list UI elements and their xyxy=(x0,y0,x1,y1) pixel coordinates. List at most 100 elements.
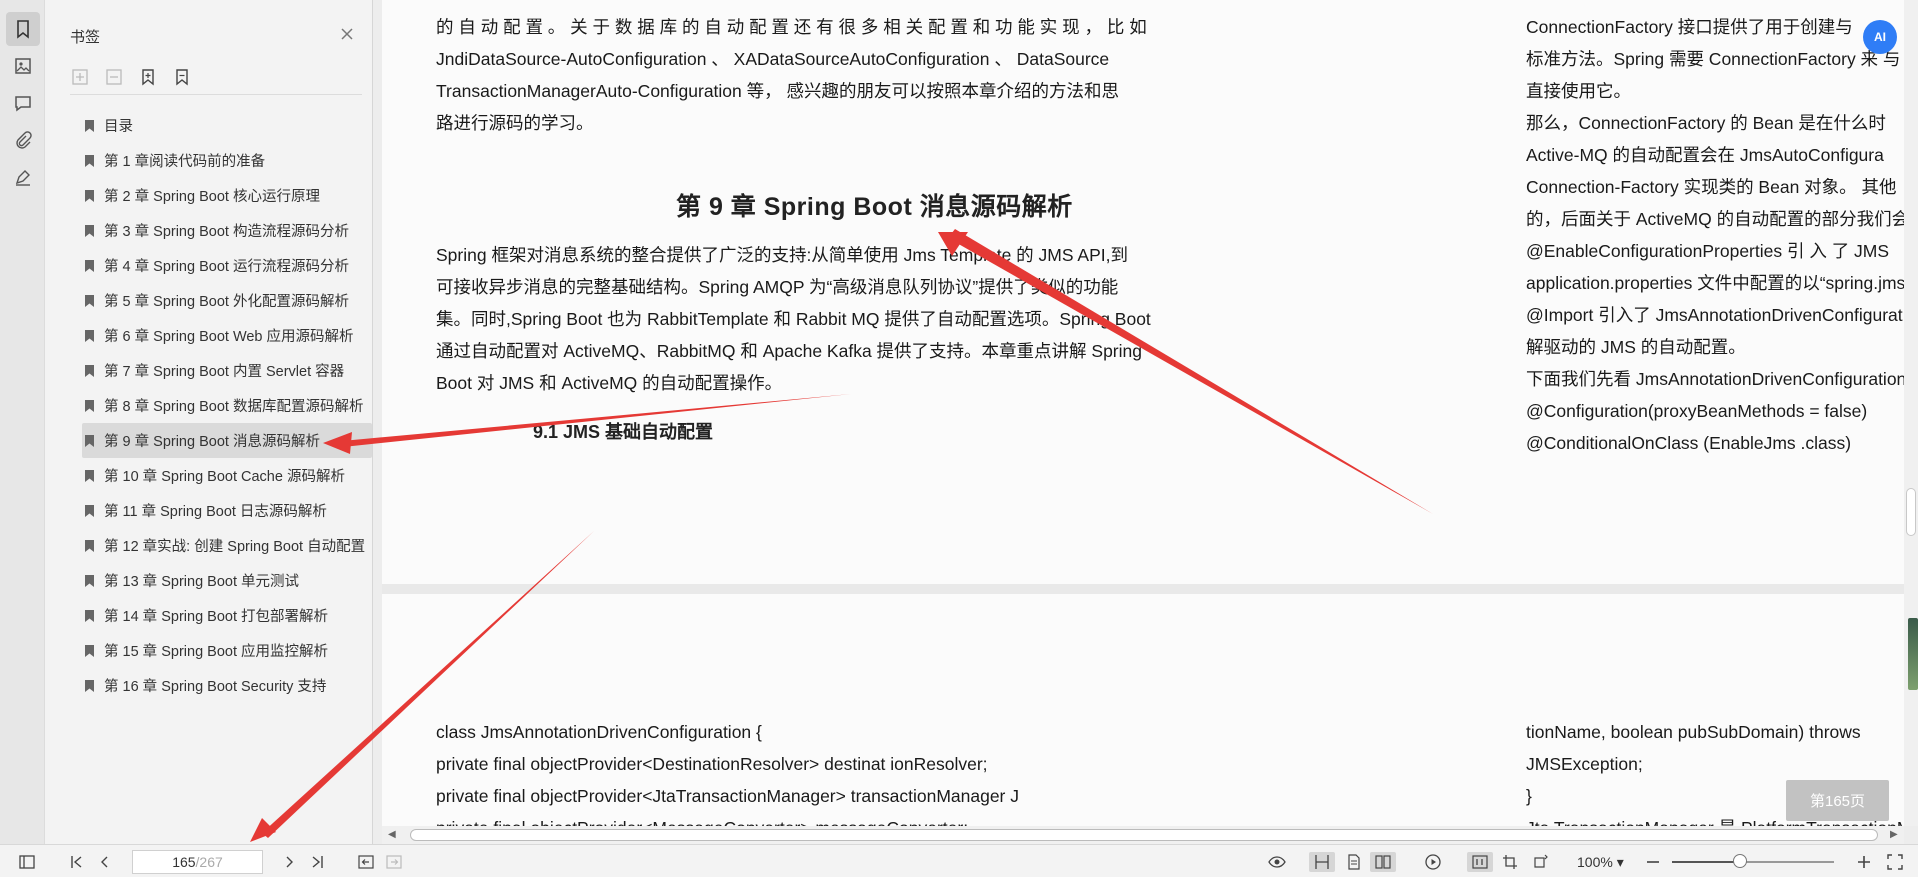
text-line: tionName, boolean pubSubDomain) throws xyxy=(1526,722,1861,742)
text-line: JMSException; xyxy=(1526,754,1643,774)
left-tool-rail xyxy=(0,0,45,844)
text-line: @Configuration(proxyBeanMethods = false) xyxy=(1526,401,1868,421)
bookmark-item[interactable]: 第 11 章 Spring Boot 日志源码解析 xyxy=(82,493,372,528)
bookmark-item[interactable]: 第 10 章 Spring Boot Cache 源码解析 xyxy=(82,458,372,493)
add-bookmark-icon[interactable] xyxy=(138,66,158,88)
bookmark-label: 目录 xyxy=(104,119,133,135)
bookmark-item[interactable]: 第 2 章 Spring Boot 核心运行原理 xyxy=(82,178,372,213)
page-number-input[interactable]: 165/267 xyxy=(132,850,263,874)
fit-page-icon[interactable] xyxy=(1309,852,1335,872)
bookmark-icon xyxy=(85,259,94,272)
bookmark-item[interactable]: 目录 xyxy=(82,108,372,143)
bookmark-label: 第 9 章 Spring Boot 消息源码解析 xyxy=(104,434,320,450)
bookmark-item[interactable]: 第 1 章阅读代码前的准备 xyxy=(82,143,372,178)
text-line: 的 自 动 配 置 。 关 于 数 据 库 的 自 动 配 置 还 有 很 多 … xyxy=(436,17,1147,37)
bookmark-list: 目录第 1 章阅读代码前的准备第 2 章 Spring Boot 核心运行原理第… xyxy=(82,108,372,703)
bookmark-item[interactable]: 第 15 章 Spring Boot 应用监控解析 xyxy=(82,633,372,668)
document-view[interactable]: 的 自 动 配 置 。 关 于 数 据 库 的 自 动 配 置 还 有 很 多 … xyxy=(382,0,1904,826)
bookmark-item[interactable]: 第 13 章 Spring Boot 单元测试 xyxy=(82,563,372,598)
previous-page-icon[interactable] xyxy=(94,852,116,872)
zoom-in-icon[interactable] xyxy=(1855,852,1873,872)
zoom-slider-fill xyxy=(1672,861,1741,863)
bookmark-label: 第 6 章 Spring Boot Web 应用源码解析 xyxy=(104,329,354,345)
text-line: 标准方法。Spring 需要 ConnectionFactory 来 与 xyxy=(1526,49,1901,69)
bookmark-panel: 书签 目录第 1 章阅读代码前的准备第 2 章 Spring Boot 核心运行… xyxy=(45,0,373,844)
bookmark-icon xyxy=(85,119,94,132)
bookmark-item[interactable]: 第 9 章 Spring Boot 消息源码解析 xyxy=(82,423,372,458)
text-line: class JmsAnnotationDrivenConfiguration { xyxy=(436,722,762,742)
bookmark-icon xyxy=(85,609,94,622)
actual-size-icon[interactable] xyxy=(1467,852,1493,872)
remove-bookmark-icon[interactable] xyxy=(172,66,192,88)
status-bar: 165/267 100% ▾ xyxy=(0,844,1918,877)
vertical-scroll-thumb[interactable] xyxy=(1906,488,1916,536)
bookmark-item[interactable]: 第 6 章 Spring Boot Web 应用源码解析 xyxy=(82,318,372,353)
text-line: 通过自动配置对 ActiveMQ、RabbitMQ 和 Apache Kafka… xyxy=(436,341,1142,361)
single-page-icon[interactable] xyxy=(1341,852,1367,872)
bookmark-label: 第 12 章实战: 创建 Spring Boot 自动配置 xyxy=(104,539,366,555)
two-page-icon[interactable] xyxy=(1370,852,1396,872)
text-line: ConnectionFactory 接口提供了用于创建与 xyxy=(1526,17,1853,37)
bookmark-item[interactable]: 第 5 章 Spring Boot 外化配置源码解析 xyxy=(82,283,372,318)
scroll-left-icon[interactable]: ◀ xyxy=(388,829,396,840)
comment-icon[interactable] xyxy=(6,86,40,120)
back-view-icon[interactable] xyxy=(355,852,377,872)
panel-title: 书签 xyxy=(70,29,101,46)
current-page: 165 xyxy=(172,854,196,870)
collapse-all-icon[interactable] xyxy=(104,66,124,88)
fullscreen-icon[interactable] xyxy=(1884,852,1906,872)
thumbnail-icon[interactable] xyxy=(6,49,40,83)
close-icon[interactable] xyxy=(337,24,357,44)
ai-assistant-icon[interactable]: AI xyxy=(1863,20,1897,54)
play-icon[interactable] xyxy=(1420,852,1446,872)
text-line: Boot 对 JMS 和 ActiveMQ 的自动配置操作。 xyxy=(436,373,783,393)
total-pages: /267 xyxy=(195,854,223,870)
expand-all-icon[interactable] xyxy=(70,66,90,88)
crop-icon[interactable] xyxy=(1497,852,1523,872)
bookmark-icon xyxy=(85,294,94,307)
right-column-text: ConnectionFactory 接口提供了用于创建与标准方法。Spring … xyxy=(1526,11,1904,459)
sidebar-toggle-icon[interactable] xyxy=(16,852,38,872)
bookmark-item[interactable]: 第 14 章 Spring Boot 打包部署解析 xyxy=(82,598,372,633)
bookmark-item[interactable]: 第 8 章 Spring Boot 数据库配置源码解析 xyxy=(82,388,372,423)
text-line: @Import 引入了 JmsAnnotationDrivenConfigura… xyxy=(1526,305,1903,325)
scroll-right-icon[interactable]: ▶ xyxy=(1890,829,1898,840)
text-line: TransactionManagerAuto-Configuration 等， … xyxy=(436,81,1119,101)
bookmark-item[interactable]: 第 3 章 Spring Boot 构造流程源码分析 xyxy=(82,213,372,248)
bookmark-icon xyxy=(85,539,94,552)
bookmark-label: 第 7 章 Spring Boot 内置 Servlet 容器 xyxy=(104,364,345,380)
bookmark-icon xyxy=(85,644,94,657)
last-page-icon[interactable] xyxy=(306,852,328,872)
paragraph-db-config: 的 自 动 配 置 。 关 于 数 据 库 的 自 动 配 置 还 有 很 多 … xyxy=(436,11,1147,139)
pdf-page: class JmsAnnotationDrivenConfiguration {… xyxy=(382,594,1904,826)
bookmark-item[interactable]: 第 16 章 Spring Boot Security 支持 xyxy=(82,668,372,703)
eye-care-icon[interactable] xyxy=(1264,852,1290,872)
attachment-icon[interactable] xyxy=(6,123,40,157)
rotate-icon[interactable] xyxy=(1527,852,1553,872)
forward-view-icon[interactable] xyxy=(383,852,405,872)
vertical-scrollbar[interactable] xyxy=(1904,0,1918,826)
bookmark-label: 第 5 章 Spring Boot 外化配置源码解析 xyxy=(104,294,349,310)
text-line: 下面我们先看 JmsAnnotationDrivenConfiguration xyxy=(1526,369,1904,389)
bookmark-label: 第 3 章 Spring Boot 构造流程源码分析 xyxy=(104,224,349,240)
zoom-slider-thumb[interactable] xyxy=(1733,854,1748,868)
bookmark-item[interactable]: 第 4 章 Spring Boot 运行流程源码分析 xyxy=(82,248,372,283)
bookmark-label: 第 15 章 Spring Boot 应用监控解析 xyxy=(104,644,329,660)
bookmark-panel-icon[interactable] xyxy=(6,12,40,46)
bookmark-icon xyxy=(85,364,94,377)
bookmark-item[interactable]: 第 7 章 Spring Boot 内置 Servlet 容器 xyxy=(82,353,372,388)
paragraph-chapter-intro: Spring 框架对消息系统的整合提供了广泛的支持:从简单使用 Jms Temp… xyxy=(436,239,1151,399)
first-page-icon[interactable] xyxy=(66,852,88,872)
text-line: @ConditionalOnClass (EnableJms .class) xyxy=(1526,433,1852,453)
bookmark-icon xyxy=(85,434,94,447)
zoom-level[interactable]: 100% ▾ xyxy=(1577,854,1624,871)
next-page-icon[interactable] xyxy=(278,852,300,872)
code-listing: class JmsAnnotationDrivenConfiguration {… xyxy=(436,716,1056,826)
zoom-out-icon[interactable] xyxy=(1644,852,1662,872)
horizontal-scroll-thumb[interactable] xyxy=(410,829,1878,841)
signature-icon[interactable] xyxy=(6,160,40,194)
pdf-reader-window: 书签 目录第 1 章阅读代码前的准备第 2 章 Spring Boot 核心运行… xyxy=(0,0,1918,877)
bookmark-icon xyxy=(85,504,94,517)
bookmark-item[interactable]: 第 12 章实战: 创建 Spring Boot 自动配置 xyxy=(82,528,372,563)
text-line: private final objectProvider<MessageConv… xyxy=(436,812,1056,826)
